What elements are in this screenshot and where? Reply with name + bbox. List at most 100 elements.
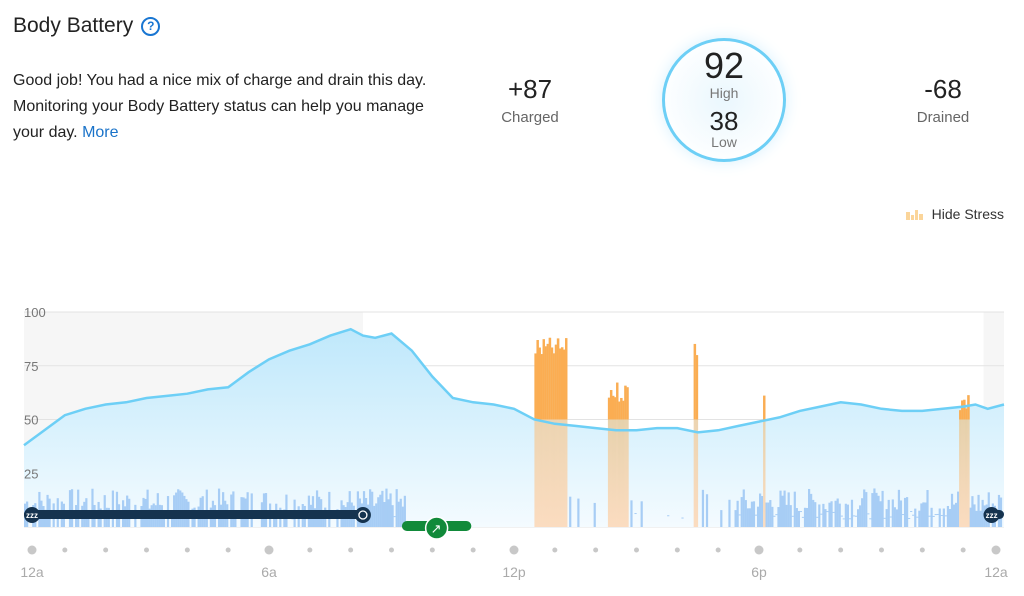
stress-bar xyxy=(393,516,396,518)
stress-bar-high xyxy=(618,401,621,527)
stress-bar-high xyxy=(622,400,625,527)
stress-bar xyxy=(830,501,833,527)
stress-bar xyxy=(705,494,709,527)
hour-dot xyxy=(103,547,109,553)
stress-bar-high-cap xyxy=(622,400,625,420)
stress-bar-high-cap xyxy=(961,400,964,420)
hour-dot xyxy=(552,547,558,553)
stress-bar xyxy=(842,518,845,520)
stress-bar-high-cap xyxy=(626,387,629,420)
stress-bar xyxy=(175,492,178,527)
stress-bar xyxy=(391,505,394,527)
stress-bar-high-cap xyxy=(695,355,699,420)
stress-bar xyxy=(759,493,762,527)
stress-bar xyxy=(767,502,770,527)
hour-dot xyxy=(144,547,149,553)
stress-bar xyxy=(728,499,731,527)
stress-bar xyxy=(315,490,319,527)
stress-bar xyxy=(836,498,839,527)
stress-bar-high-cap xyxy=(693,343,697,420)
stress-bar xyxy=(232,491,235,527)
stress-bar xyxy=(738,514,741,516)
stress-bar xyxy=(908,517,911,519)
stress-bar-high-cap xyxy=(560,347,564,420)
stress-bar xyxy=(916,516,919,518)
stress-bar xyxy=(906,497,909,527)
stress-bar xyxy=(801,516,805,518)
stress-bar xyxy=(957,491,960,527)
stress-bar xyxy=(975,510,978,527)
stress-bar-high xyxy=(965,408,968,527)
hour-dot xyxy=(429,547,435,553)
running-glyph: ↗ xyxy=(431,522,442,537)
stress-bar-high-cap xyxy=(544,346,548,420)
stress-bar xyxy=(848,518,852,520)
stress-bar xyxy=(828,502,831,527)
stress-bar xyxy=(918,510,921,527)
stress-bar xyxy=(881,490,884,527)
hour-dot xyxy=(634,547,639,553)
hour-dot xyxy=(879,547,884,553)
stress-bar xyxy=(910,511,913,513)
alarm-clock-icon xyxy=(354,507,371,523)
stress-bar xyxy=(952,504,956,527)
stress-bar xyxy=(750,501,754,527)
stress-bar xyxy=(810,493,813,527)
stress-bar xyxy=(863,489,866,527)
stress-bar xyxy=(748,508,751,527)
hour-dot xyxy=(960,547,966,553)
stress-bar xyxy=(887,499,890,527)
x-tick-label: 6a xyxy=(261,564,277,580)
hour-dot xyxy=(470,547,476,553)
stress-bar-high-cap xyxy=(538,347,541,420)
stress-bar xyxy=(859,505,862,527)
stress-bar-high-cap xyxy=(609,390,613,420)
stress-bar xyxy=(634,513,637,515)
stress-bar-high-cap xyxy=(614,397,617,420)
stress-bar xyxy=(795,508,798,527)
stress-bar xyxy=(348,491,351,527)
hour-dot xyxy=(389,547,394,553)
x-tick-label: 12a xyxy=(984,564,1008,580)
stress-bar xyxy=(775,514,778,516)
hour-dot xyxy=(797,547,803,553)
stress-bar-high-cap xyxy=(546,343,550,420)
stress-bar xyxy=(667,515,670,517)
stress-bar-high-cap xyxy=(554,344,558,420)
stress-bar xyxy=(593,502,596,527)
stress-bar xyxy=(852,515,856,517)
stress-bar xyxy=(928,515,931,517)
stress-bar xyxy=(773,515,776,517)
stress-bar xyxy=(77,489,80,527)
x-tick-label: 6p xyxy=(751,564,767,580)
stress-bar xyxy=(942,508,945,527)
stress-bar xyxy=(950,493,954,527)
stress-bar xyxy=(979,510,982,527)
stress-bar-high-cap xyxy=(963,399,966,420)
zzz-icon: zzz xyxy=(26,511,38,520)
stress-bar-high-cap xyxy=(534,353,537,420)
stress-bar-high-cap xyxy=(616,382,619,420)
hour-dot xyxy=(27,545,37,555)
stress-bar xyxy=(977,494,980,527)
stress-bar xyxy=(934,514,937,516)
stress-bar xyxy=(746,508,749,527)
stress-bar xyxy=(873,488,876,527)
stress-bar xyxy=(824,509,827,527)
stress-bar xyxy=(781,495,784,527)
stress-bar xyxy=(91,488,94,527)
stress-bar xyxy=(756,506,760,527)
stress-bar xyxy=(805,507,809,527)
stress-bar xyxy=(779,490,782,527)
stress-bar xyxy=(834,500,837,527)
stress-bar xyxy=(875,492,878,527)
stress-bar xyxy=(373,505,376,527)
stress-bar xyxy=(217,488,221,527)
x-tick-label: 12p xyxy=(502,564,526,580)
stress-bar xyxy=(577,498,580,527)
stress-bar xyxy=(783,490,786,527)
stress-bar xyxy=(569,496,572,527)
hour-dot xyxy=(225,547,231,553)
stress-bar xyxy=(932,515,935,517)
stress-bar xyxy=(857,509,860,527)
